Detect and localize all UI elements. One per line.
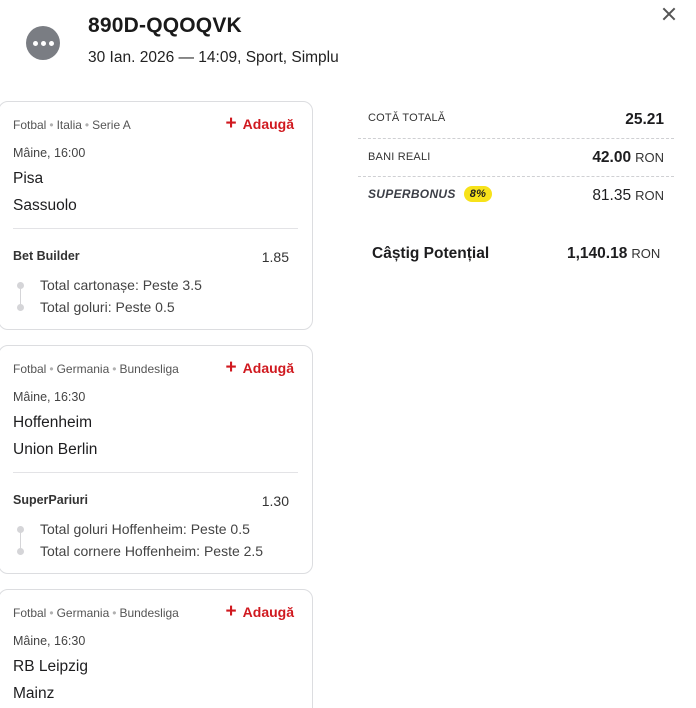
event-time: Mâine, 16:00 [13,146,86,160]
away-team: Mainz [13,685,55,702]
sport-label: Fotbal [13,606,47,620]
total-odds-number: 25.21 [625,111,664,128]
plus-icon: + [225,113,237,134]
total-odds-label: COTĂ TOTALĂ [368,112,446,124]
league-label: Serie A [92,118,131,132]
superbonus-number: 81.35 [592,187,632,204]
stake-row: BANI REALI 42.00 RON [358,139,674,177]
stake-value: 42.00 RON [592,149,664,167]
add-button[interactable]: + Adaugă [226,358,294,377]
ticket-code: 890D-QQOQVK [88,14,242,37]
more-options-icon[interactable] [26,26,60,60]
away-team: Sassuolo [13,197,77,214]
breadcrumb: Fotbal • Germania • Bundesliga [13,606,179,620]
divider [13,472,298,473]
home-team: Hoffenheim [13,414,92,431]
selection-item: Total cornere Hoffenheim: Peste 2.5 [40,543,264,559]
superbonus-row: SUPERBONUS 8% 81.35 RON [358,177,674,213]
superbonus-percent-badge: 8% [463,186,493,202]
event-time: Mâine, 16:30 [13,634,86,648]
breadcrumb: Fotbal • Germania • Bundesliga [13,362,179,376]
league-label: Bundesliga [119,362,179,376]
potential-win-label: Câștig Potențial [372,245,490,262]
country-label: Germania [56,362,110,376]
selection-bullet [17,282,24,289]
potential-win-value: 1,140.18 RON [567,245,660,263]
potential-win-currency: RON [631,246,661,261]
stake-label: BANI REALI [368,151,431,163]
plus-icon: + [225,357,237,378]
plus-icon: + [225,601,237,622]
bet-card: Fotbal • Italia • Serie A + Adaugă Mâine, 16… [0,101,313,330]
add-button[interactable]: + Adaugă [226,602,294,621]
superbonus-currency: RON [635,188,664,203]
breadcrumb: Fotbal • Italia • Serie A [13,118,131,132]
dot [32,40,38,46]
selection-bullet [17,548,24,555]
dot [40,40,46,46]
total-odds-value: 25.21 [625,111,664,129]
potential-win-number: 1,140.18 [567,245,628,262]
selection-item: Total goluri: Peste 0.5 [40,299,175,315]
selection-bullet [17,526,24,533]
country-label: Italia [56,118,82,132]
away-team: Union Berlin [13,441,98,458]
market-odd: 1.30 [261,493,289,509]
sport-label: Fotbal [13,362,47,376]
home-team: RB Leipzig [13,658,88,675]
event-time: Mâine, 16:30 [13,390,86,404]
stake-currency: RON [635,150,664,165]
superbonus-label: SUPERBONUS 8% [368,186,493,202]
add-button[interactable]: + Adaugă [226,114,294,133]
league-label: Bundesliga [119,606,179,620]
home-team: Pisa [13,170,44,187]
dot [48,40,54,46]
total-odds-row: COTĂ TOTALĂ 25.21 [358,101,674,139]
market-name: SuperPariuri [13,493,89,507]
add-label: Adaugă [242,359,294,376]
ticket-meta: 30 Ian. 2026 — 14:09, Sport, Simplu [88,49,339,66]
divider [13,228,298,229]
bet-card: Fotbal • Germania • Bundesliga + Adaugă Mâin… [0,589,313,708]
selection-item: Total cartonașe: Peste 3.5 [40,277,202,293]
superbonus-text: SUPERBONUS [368,187,456,201]
market-odd: 1.85 [261,249,289,265]
market-name: Bet Builder [13,249,80,263]
sport-label: Fotbal [13,118,47,132]
country-label: Germania [56,606,110,620]
selection-bullet [17,304,24,311]
bet-card: Fotbal • Germania • Bundesliga + Adaugă Mâin… [0,345,313,574]
add-label: Adaugă [242,603,294,620]
superbonus-value: 81.35 RON [592,187,664,205]
add-label: Adaugă [242,115,294,132]
selection-item: Total goluri Hoffenheim: Peste 0.5 [40,521,250,537]
close-icon[interactable] [658,4,680,26]
stake-number: 42.00 [592,149,632,166]
